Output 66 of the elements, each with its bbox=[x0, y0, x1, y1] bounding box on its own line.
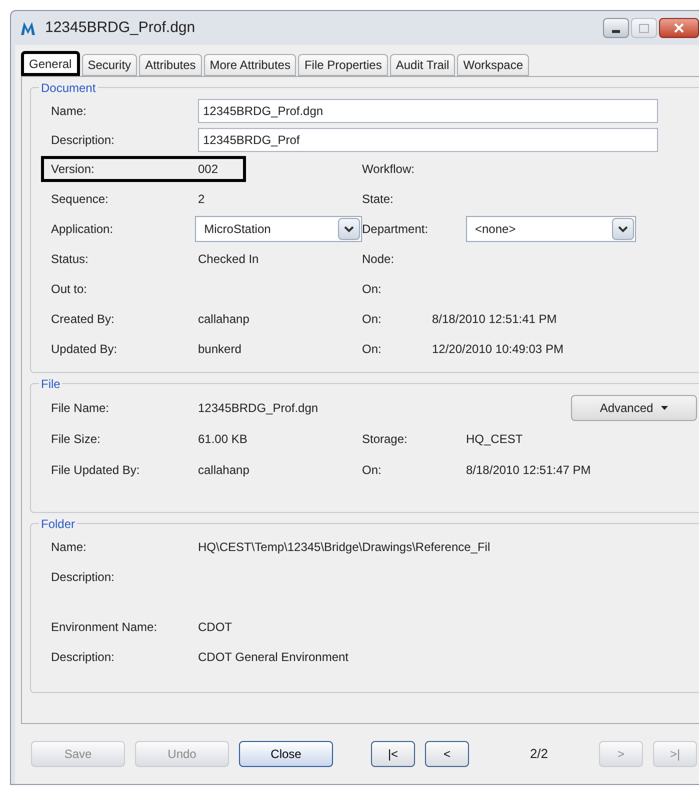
close-icon bbox=[674, 23, 684, 33]
field-label: Storage: bbox=[362, 430, 408, 448]
app-logo-icon bbox=[19, 20, 37, 36]
field-value: 2 bbox=[198, 191, 205, 208]
field-label: File Name: bbox=[51, 400, 110, 416]
footer-button[interactable]: Close bbox=[239, 741, 333, 767]
field-label: On: bbox=[362, 341, 382, 358]
chevron-down-icon bbox=[618, 226, 628, 232]
tab[interactable]: Audit Trail bbox=[390, 54, 456, 76]
field-value: bunkerd bbox=[198, 341, 242, 358]
field-label: Version: bbox=[51, 161, 96, 178]
field-label: Node: bbox=[362, 251, 396, 268]
footer-button[interactable]: < bbox=[425, 741, 469, 767]
field-value: callahanp bbox=[198, 311, 250, 328]
caret-icon bbox=[661, 406, 668, 410]
dropdown[interactable]: MicroStation bbox=[195, 216, 362, 242]
field-label: Application: bbox=[51, 221, 114, 238]
tab[interactable]: Attributes bbox=[139, 54, 202, 76]
chevron-down-icon bbox=[344, 226, 354, 232]
field-label: Description: bbox=[51, 569, 116, 586]
field-label: File Updated By: bbox=[51, 462, 141, 478]
text-field[interactable]: 12345BRDG_Prof bbox=[198, 128, 658, 152]
field-label: Updated By: bbox=[51, 341, 118, 358]
field-value: 61.00 KB bbox=[198, 430, 248, 448]
dropdown[interactable]: <none> bbox=[466, 216, 636, 242]
tab[interactable]: Workspace bbox=[457, 54, 530, 76]
field-value: 8/18/2010 12:51:41 PM bbox=[432, 311, 557, 328]
minimize-button[interactable] bbox=[603, 18, 629, 38]
text-field[interactable]: 12345BRDG_Prof.dgn bbox=[198, 98, 658, 122]
field-label: Environment Name: bbox=[51, 619, 158, 636]
field-value: 8/18/2010 12:51:47 PM bbox=[466, 462, 591, 478]
close-button[interactable] bbox=[659, 18, 699, 38]
field-value: HQ\CEST\Temp\12345\Bridge\Drawings\Reference_Fil bbox=[198, 539, 490, 556]
field-label: Out to: bbox=[51, 281, 88, 298]
window-title: 12345BRDG_Prof.dgn bbox=[45, 18, 196, 38]
field-value: 002 bbox=[198, 161, 218, 178]
field-value: CDOT bbox=[198, 619, 232, 636]
field-label: Sequence: bbox=[51, 191, 110, 208]
field-label: On: bbox=[362, 281, 382, 298]
field-label: On: bbox=[362, 311, 382, 328]
tab[interactable]: File Properties bbox=[298, 54, 388, 76]
dropdown-arrow-button[interactable] bbox=[338, 218, 360, 240]
field-value: callahanp bbox=[198, 462, 250, 478]
dropdown-arrow-button[interactable] bbox=[612, 218, 634, 240]
field-label: Description: bbox=[51, 132, 116, 148]
field-label: Status: bbox=[51, 251, 90, 268]
tab[interactable]: More Attributes bbox=[204, 54, 296, 76]
field-label: Name: bbox=[51, 102, 88, 120]
field-label: File Size: bbox=[51, 430, 102, 448]
tab[interactable]: Security bbox=[82, 54, 138, 76]
advanced-button[interactable]: Advanced bbox=[571, 394, 697, 420]
field-value: 12/20/2010 10:49:03 PM bbox=[432, 341, 564, 358]
tab[interactable]: General bbox=[21, 51, 80, 76]
field-value: CDOT General Environment bbox=[198, 649, 349, 666]
field-label: Workflow: bbox=[362, 161, 416, 178]
footer-button[interactable]: |< bbox=[371, 741, 415, 767]
field-value: 12345BRDG_Prof.dgn bbox=[198, 400, 318, 416]
field-label: On: bbox=[362, 462, 382, 478]
field-label: Department: bbox=[362, 221, 430, 238]
field-label: Name: bbox=[51, 539, 88, 556]
field-label: Description: bbox=[51, 649, 116, 666]
page-counter: 2/2 bbox=[528, 745, 550, 764]
field-label: State: bbox=[362, 191, 394, 208]
field-value: HQ_CEST bbox=[466, 430, 523, 448]
field-value: Checked In bbox=[198, 251, 259, 268]
field-label: Created By: bbox=[51, 311, 116, 328]
